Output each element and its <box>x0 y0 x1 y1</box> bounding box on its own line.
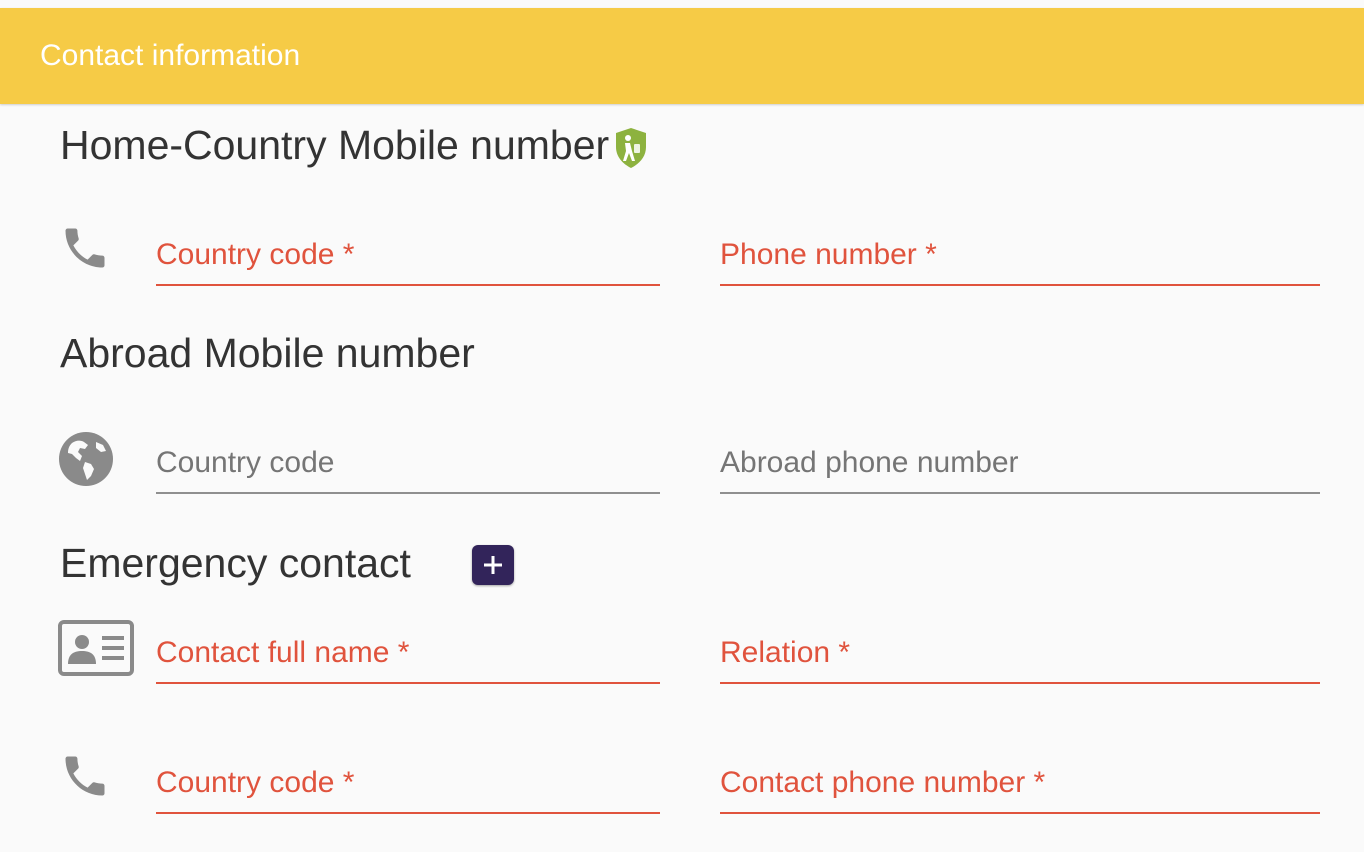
home-country-code-field[interactable] <box>156 226 660 286</box>
add-emergency-contact-button[interactable] <box>472 545 514 585</box>
globe-icon <box>59 432 113 486</box>
plus-icon <box>484 556 502 574</box>
abroad-country-code-input[interactable] <box>156 434 660 492</box>
shield-traveler-icon <box>616 128 646 168</box>
contact-phone-number-field[interactable] <box>720 754 1320 814</box>
home-country-code-input[interactable] <box>156 226 660 284</box>
field-underline <box>720 682 1320 684</box>
abroad-mobile-title: Abroad Mobile number <box>60 330 475 376</box>
contact-country-code-input[interactable] <box>156 754 660 812</box>
home-phone-number-input[interactable] <box>720 226 1320 284</box>
phone-icon <box>65 228 105 268</box>
card-header: Contact information <box>0 8 1364 104</box>
relation-input[interactable] <box>720 624 1320 682</box>
contact-card-icon <box>58 620 134 676</box>
card-title: Contact information <box>40 39 301 72</box>
field-underline <box>156 492 660 494</box>
contact-full-name-input[interactable] <box>156 624 660 682</box>
abroad-country-code-field[interactable] <box>156 434 660 494</box>
contact-phone-number-input[interactable] <box>720 754 1320 812</box>
abroad-phone-number-field[interactable] <box>720 434 1320 494</box>
field-underline <box>156 812 660 814</box>
field-underline <box>156 682 660 684</box>
phone-icon <box>65 756 105 796</box>
field-underline <box>720 284 1320 286</box>
relation-field[interactable] <box>720 624 1320 684</box>
contact-country-code-field[interactable] <box>156 754 660 814</box>
field-underline <box>720 492 1320 494</box>
emergency-contact-title: Emergency contact <box>60 540 411 586</box>
home-mobile-title: Home-Country Mobile number <box>60 122 610 168</box>
abroad-phone-number-input[interactable] <box>720 434 1320 492</box>
contact-full-name-field[interactable] <box>156 624 660 684</box>
field-underline <box>156 284 660 286</box>
home-phone-number-field[interactable] <box>720 226 1320 286</box>
field-underline <box>720 812 1320 814</box>
